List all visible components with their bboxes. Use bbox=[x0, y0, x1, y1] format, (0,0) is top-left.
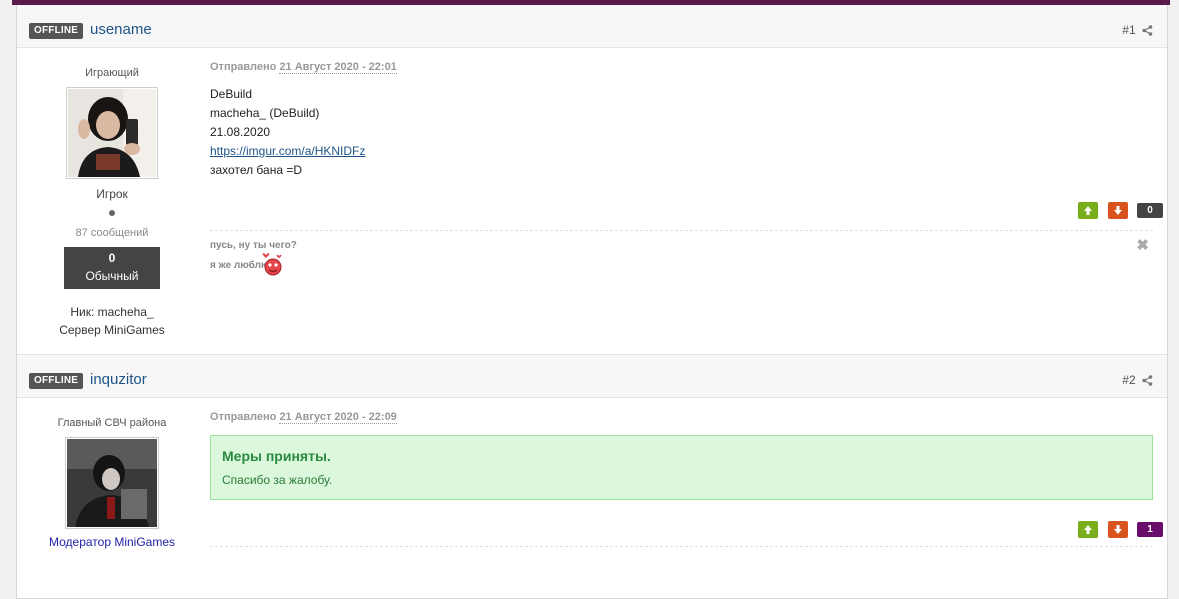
post-header: OFFLINE inquzitor #2 bbox=[17, 354, 1167, 398]
posted-info: Отправлено 21 Август 2020 - 22:01 bbox=[210, 61, 1153, 74]
vote-down-button[interactable] bbox=[1107, 521, 1128, 538]
vote-count: 0 bbox=[1137, 203, 1163, 218]
imgur-link[interactable]: https://imgur.com/a/HKNIDFz bbox=[210, 144, 365, 158]
post-line: DeBuild bbox=[210, 87, 253, 101]
vote-controls: 1 bbox=[1072, 521, 1163, 538]
signature-separator bbox=[210, 546, 1153, 547]
post-number[interactable]: #2 bbox=[1122, 373, 1135, 387]
post-number-link[interactable]: #2 bbox=[1122, 373, 1153, 387]
server-field: Сервер MiniGames bbox=[59, 323, 165, 337]
vote-controls: 0 bbox=[1072, 202, 1163, 219]
post-number-link[interactable]: #1 bbox=[1122, 23, 1153, 37]
post-text: DeBuild macheha_ (DeBuild) 21.08.2020 ht… bbox=[210, 85, 1153, 180]
share-icon[interactable] bbox=[1142, 375, 1153, 386]
reputation-value: 0 bbox=[108, 251, 116, 265]
share-icon[interactable] bbox=[1142, 25, 1153, 36]
topic-posts: OFFLINE usename #1 Играющий Игрок 87 соо… bbox=[16, 5, 1168, 599]
avatar[interactable] bbox=[65, 437, 159, 529]
signature-line: я же люблю bbox=[210, 260, 270, 271]
status-badge: OFFLINE bbox=[29, 23, 84, 39]
arrow-down-icon bbox=[1113, 525, 1122, 534]
notice-text: Спасибо за жалобу. bbox=[222, 473, 333, 487]
heart-smiley-icon bbox=[262, 253, 282, 276]
rank-title: Главный СВЧ района bbox=[57, 417, 167, 429]
reputation-box: 0 Обычный bbox=[64, 247, 160, 289]
post-content: Отправлено 21 Август 2020 - 22:01 DeBuil… bbox=[210, 48, 1153, 180]
posted-label: Отправлено bbox=[210, 411, 277, 423]
avatar[interactable] bbox=[66, 87, 158, 179]
post-count: 87 сообщений bbox=[75, 227, 149, 239]
posted-date: 21 Август 2020 - 22:09 bbox=[279, 411, 397, 424]
vote-up-button[interactable] bbox=[1078, 521, 1099, 538]
status-badge: OFFLINE bbox=[29, 373, 84, 389]
post-content: Отправлено 21 Август 2020 - 22:09 bbox=[210, 398, 1153, 424]
author-panel: Играющий Игрок 87 сообщений 0 Обычный Ни… bbox=[17, 48, 207, 339]
post-body: Играющий Игрок 87 сообщений 0 Обычный Ни… bbox=[17, 48, 1167, 354]
arrow-up-icon bbox=[1084, 525, 1093, 534]
author-panel: Главный СВЧ района Модератор MiniGames bbox=[17, 398, 207, 549]
custom-fields: Ник: macheha_ Сервер MiniGames bbox=[17, 303, 207, 339]
arrow-up-icon bbox=[1084, 206, 1093, 215]
vote-count: 1 bbox=[1137, 522, 1163, 537]
post-body: Главный СВЧ района Модератор MiniGames О… bbox=[17, 398, 1167, 598]
post-line: 21.08.2020 bbox=[210, 125, 271, 139]
signature-separator bbox=[210, 230, 1153, 231]
reputation-label: Обычный bbox=[85, 269, 139, 283]
username-link[interactable]: usename bbox=[90, 21, 152, 38]
user-group: Игрок bbox=[96, 187, 128, 201]
vote-up-button[interactable] bbox=[1078, 202, 1099, 219]
posted-label: Отправлено bbox=[210, 61, 277, 73]
notice-title: Меры приняты. bbox=[222, 448, 331, 464]
moderation-notice: Меры приняты. Спасибо за жалобу. bbox=[210, 435, 1153, 500]
posted-info: Отправлено 21 Август 2020 - 22:09 bbox=[210, 411, 1153, 424]
username-link[interactable]: inquzitor bbox=[90, 371, 147, 388]
post-line: захотел бана =D bbox=[210, 163, 303, 177]
posted-date: 21 Август 2020 - 22:01 bbox=[279, 61, 397, 74]
status-dot bbox=[109, 210, 115, 216]
close-icon[interactable]: ✖ bbox=[1136, 236, 1149, 254]
vote-down-button[interactable] bbox=[1107, 202, 1128, 219]
post-number[interactable]: #1 bbox=[1122, 23, 1135, 37]
user-group: Модератор MiniGames bbox=[48, 535, 176, 549]
nick-field: Ник: macheha_ bbox=[70, 305, 154, 319]
arrow-down-icon bbox=[1113, 206, 1122, 215]
post-header: OFFLINE usename #1 bbox=[17, 5, 1167, 48]
post-line: macheha_ (DeBuild) bbox=[210, 106, 320, 120]
rank-title: Играющий bbox=[85, 67, 139, 79]
